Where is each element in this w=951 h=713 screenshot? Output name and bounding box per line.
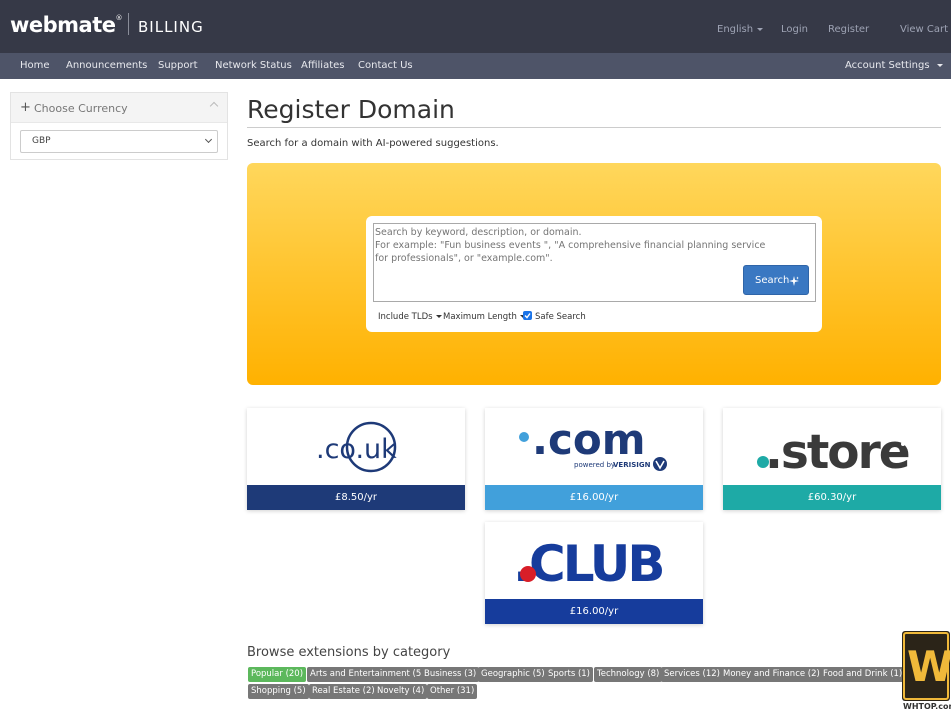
account-settings-label: Account Settings [845, 60, 930, 71]
category-pill-popular[interactable]: Popular (20) [248, 667, 307, 682]
com-tagline: powered by [574, 461, 615, 469]
category-pill-novelty[interactable]: Novelty (4) [374, 684, 428, 699]
sparkle-icon [789, 276, 799, 286]
maximum-length-dropdown[interactable]: Maximum Length [443, 312, 526, 322]
include-tlds-label: Include TLDs [378, 312, 433, 322]
tld-card-store[interactable]: .store £60.30/yr [723, 408, 941, 510]
currency-select-value: GBP [32, 136, 51, 146]
maximum-length-label: Maximum Length [443, 312, 517, 322]
co-uk-logo: .co.uk [247, 408, 465, 485]
nav-item-contact-us[interactable]: Contact Us [358, 60, 413, 71]
search-button-label: Search [755, 275, 790, 286]
category-pill-money-finance[interactable]: Money and Finance (2) [720, 667, 823, 682]
com-verisign-logo: .com powered by VERISIGN [485, 408, 703, 485]
search-button[interactable]: Search [743, 265, 809, 295]
safe-search-checkbox[interactable] [523, 311, 532, 320]
nav-item-affiliates[interactable]: Affiliates [301, 60, 344, 71]
logo-registered-mark: ® [115, 14, 123, 22]
view-cart-link[interactable]: View Cart [900, 24, 948, 35]
top-header: webmate® BILLING English Login Register … [0, 0, 951, 53]
nav-item-home[interactable]: Home [20, 60, 50, 71]
plus-icon: + [20, 100, 31, 115]
logo-section-label: BILLING [138, 18, 204, 36]
store-logo: .store [723, 408, 941, 485]
currency-panel: + Choose Currency GBP [10, 92, 228, 160]
tld-price-co-uk: £8.50/yr [247, 485, 465, 510]
include-tlds-dropdown[interactable]: Include TLDs [378, 312, 442, 322]
category-pill-technology[interactable]: Technology (8) [594, 667, 663, 682]
language-selector[interactable]: English [717, 24, 764, 35]
tld-price-club: £16.00/yr [485, 599, 703, 624]
tld-card-co-uk[interactable]: .co.uk £8.50/yr [247, 408, 465, 510]
nav-item-announcements[interactable]: Announcements [66, 60, 147, 71]
club-logo-text: .CLUB [513, 535, 662, 593]
co-uk-logo-text: .co.uk [316, 434, 397, 465]
language-label: English [717, 24, 754, 35]
com-logo-text: .com [532, 415, 645, 464]
category-pill-services[interactable]: Services (12) [661, 667, 723, 682]
chevron-down-icon [936, 63, 943, 67]
site-logo[interactable]: webmate® [10, 13, 122, 37]
safe-search-label: Safe Search [535, 312, 586, 322]
chevron-down-icon [757, 27, 764, 31]
store-logo-text: .store [765, 425, 909, 480]
currency-panel-header[interactable]: + Choose Currency [11, 93, 227, 123]
check-icon [524, 313, 531, 319]
tld-price-store: £60.30/yr [723, 485, 941, 510]
category-pill-shopping[interactable]: Shopping (5) [248, 684, 309, 699]
tld-price-com: £16.00/yr [485, 485, 703, 510]
currency-panel-title: Choose Currency [34, 102, 128, 115]
tld-card-club[interactable]: .CLUB £16.00/yr [485, 522, 703, 624]
chevron-up-icon[interactable] [209, 101, 219, 111]
watermark-mark: W [907, 642, 950, 691]
page-subtitle: Search for a domain with AI-powered sugg… [247, 138, 499, 149]
logo-divider [128, 13, 129, 35]
category-pill-other[interactable]: Other (31) [427, 684, 478, 699]
nav-item-network-status[interactable]: Network Status [215, 60, 292, 71]
category-pill-geographic[interactable]: Geographic (5) [478, 667, 548, 682]
category-pill-business[interactable]: Business (3) [421, 667, 480, 682]
main-nav: Home Announcements Support Network Statu… [0, 53, 951, 79]
tld-card-com[interactable]: .com powered by VERISIGN £16.00/yr [485, 408, 703, 510]
category-pill-real-estate[interactable]: Real Estate (2) [309, 684, 378, 699]
category-pill-arts-entertainment[interactable]: Arts and Entertainment (5) [307, 667, 428, 682]
currency-select[interactable]: GBP [20, 130, 218, 153]
logo-text: webmate [10, 13, 116, 37]
title-divider [247, 127, 941, 128]
search-placeholder-line-1: Search by keyword, description, or domai… [375, 227, 582, 238]
category-pill-sports[interactable]: Sports (1) [545, 667, 593, 682]
account-settings-menu[interactable]: Account Settings [845, 60, 943, 71]
search-placeholder-line-2: For example: "Fun business events ", "A … [375, 240, 766, 264]
club-logo: .CLUB [485, 522, 703, 599]
register-link[interactable]: Register [828, 24, 869, 35]
browse-extensions-title: Browse extensions by category [247, 645, 451, 660]
chevron-down-icon [435, 315, 442, 318]
verisign-text: VERISIGN [613, 461, 651, 469]
watermark-text: WHTOP.com [903, 702, 951, 711]
search-placeholder: Search by keyword, description, or domai… [375, 226, 770, 265]
chevron-down-icon [204, 135, 213, 144]
whtop-watermark-logo: W [902, 631, 950, 701]
login-link[interactable]: Login [781, 24, 808, 35]
nav-item-support[interactable]: Support [158, 60, 198, 71]
page-title: Register Domain [247, 95, 455, 124]
category-pill-food-drink[interactable]: Food and Drink (1) [820, 667, 906, 682]
